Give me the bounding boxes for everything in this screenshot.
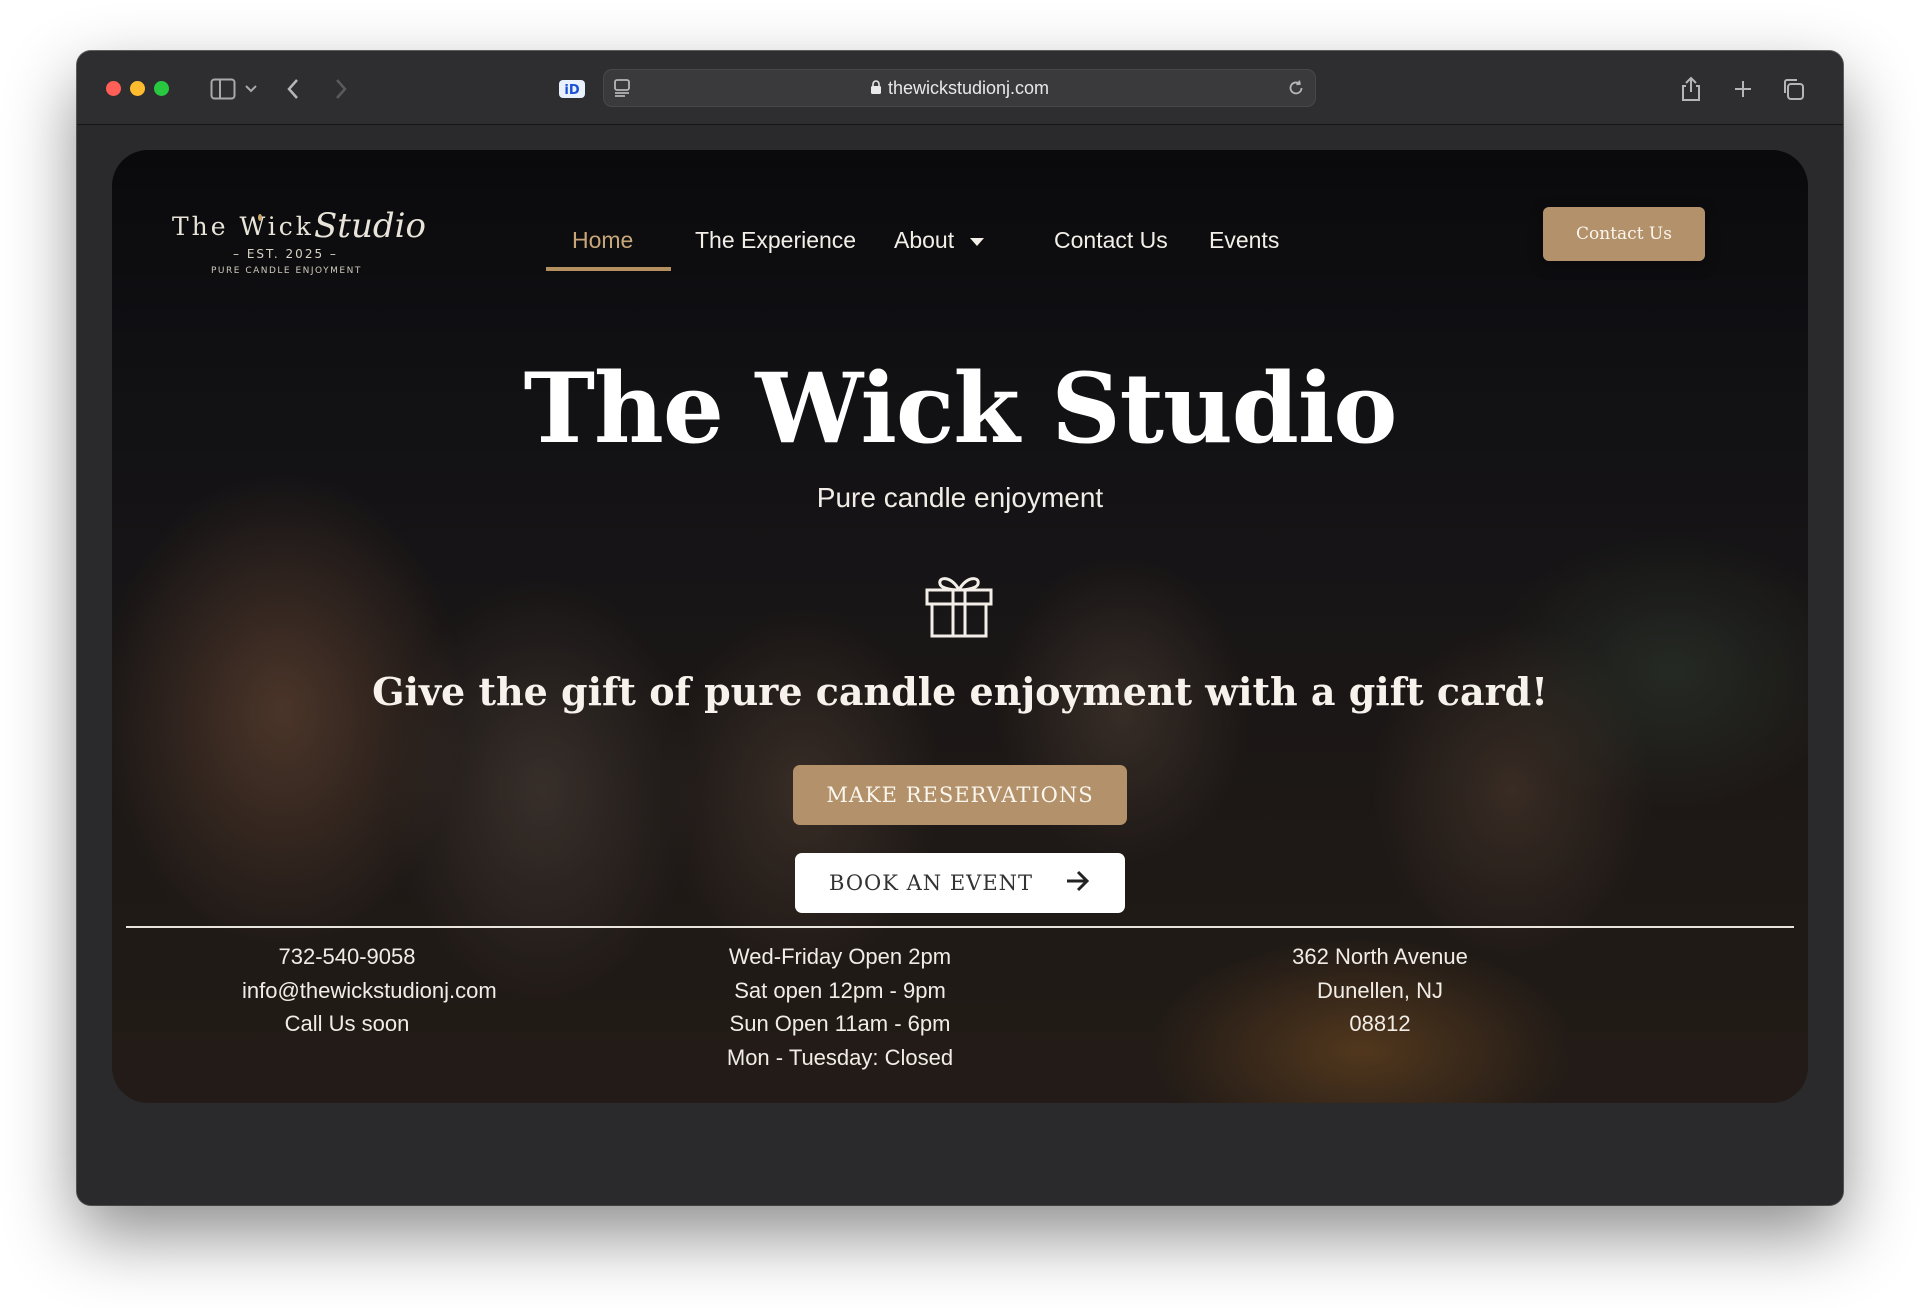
url-text: thewickstudionj.com xyxy=(887,78,1050,98)
close-window-button[interactable] xyxy=(106,81,121,96)
city-state: Dunellen, NJ xyxy=(1317,977,1443,1003)
arrow-right-icon xyxy=(1065,870,1091,897)
back-arrow-icon[interactable] xyxy=(277,73,309,105)
logo-text: The Wick xyxy=(172,212,314,241)
opening-hours: Wed-Friday Open 2pm Sat open 12pm - 9pm … xyxy=(725,940,955,1074)
site-logo[interactable]: The Wick Studio – EST. 2025 – PURE CANDL… xyxy=(172,206,426,302)
hero-section: The Wick Studio – EST. 2025 – PURE CANDL… xyxy=(112,150,1808,1103)
logo-established: – EST. 2025 – xyxy=(233,247,338,261)
call-us-note: Call Us soon xyxy=(284,1011,410,1036)
zip-code: 08812 xyxy=(1349,1011,1411,1036)
reload-icon[interactable] xyxy=(1287,79,1305,101)
nav-the-experience[interactable]: The Experience xyxy=(695,210,856,270)
browser-toolbar: iD thewickstudionj.com xyxy=(77,51,1843,125)
nav-about[interactable]: About xyxy=(894,210,985,270)
phone-number[interactable]: 732-540-9058 xyxy=(242,940,452,974)
hours-line: Wed-Friday Open 2pm xyxy=(728,944,952,969)
contact-info: 732-540-9058 info@thewickstudionj.com Ca… xyxy=(242,940,497,1041)
nav-contact-us[interactable]: Contact Us xyxy=(1054,210,1168,270)
address-bar[interactable]: thewickstudionj.com xyxy=(603,69,1316,107)
browser-window: iD thewickstudionj.com The Wick Studio –… xyxy=(77,51,1843,1205)
nav-active-indicator xyxy=(546,267,671,271)
caret-down-icon xyxy=(970,238,985,246)
new-tab-icon[interactable] xyxy=(1727,73,1759,105)
hours-line: Sat open 12pm - 9pm xyxy=(734,977,946,1003)
address-info: 362 North Avenue Dunellen, NJ 08812 xyxy=(1280,940,1480,1041)
nav-about-label: About xyxy=(894,227,955,253)
logo-script-text: Studio xyxy=(314,206,426,246)
sidebar-toggle-icon[interactable] xyxy=(207,73,239,105)
hours-line: Mon - Tuesday: Closed xyxy=(726,1044,954,1070)
zoom-window-button[interactable] xyxy=(154,81,169,96)
url-display: thewickstudionj.com xyxy=(604,78,1315,100)
forward-arrow-icon[interactable] xyxy=(325,73,357,105)
logo-tagline: PURE CANDLE ENJOYMENT xyxy=(211,266,362,276)
candle-flame-icon xyxy=(258,214,262,221)
contact-us-button[interactable]: Contact Us xyxy=(1543,207,1705,261)
hero-subtitle: Pure candle enjoyment xyxy=(816,482,1104,513)
make-reservations-button[interactable]: MAKE RESERVATIONS xyxy=(793,765,1127,825)
tab-overview-icon[interactable] xyxy=(1777,73,1809,105)
gift-icon xyxy=(924,570,994,640)
lock-icon xyxy=(870,79,882,100)
page-background xyxy=(77,1103,1843,1205)
gift-card-promo: Give the gift of pure candle enjoyment w… xyxy=(372,669,1548,714)
nav-home[interactable]: Home xyxy=(572,210,633,270)
nav-events[interactable]: Events xyxy=(1209,210,1279,270)
svg-text:iD: iD xyxy=(564,83,579,98)
id-extension-icon[interactable]: iD xyxy=(556,73,588,105)
share-icon[interactable] xyxy=(1675,73,1707,105)
minimize-window-button[interactable] xyxy=(130,81,145,96)
book-an-event-label: BOOK AN EVENT xyxy=(829,871,1034,895)
info-divider xyxy=(126,926,1794,928)
hours-line: Sun Open 11am - 6pm xyxy=(729,1011,951,1036)
web-viewport: The Wick Studio – EST. 2025 – PURE CANDL… xyxy=(77,125,1843,1205)
hero-title: The Wick Studio xyxy=(523,352,1398,465)
street-address: 362 North Avenue xyxy=(1292,944,1468,969)
chevron-down-icon[interactable] xyxy=(241,73,261,105)
email-address[interactable]: info@thewickstudionj.com xyxy=(242,974,497,1008)
book-an-event-button[interactable]: BOOK AN EVENT xyxy=(795,853,1125,913)
